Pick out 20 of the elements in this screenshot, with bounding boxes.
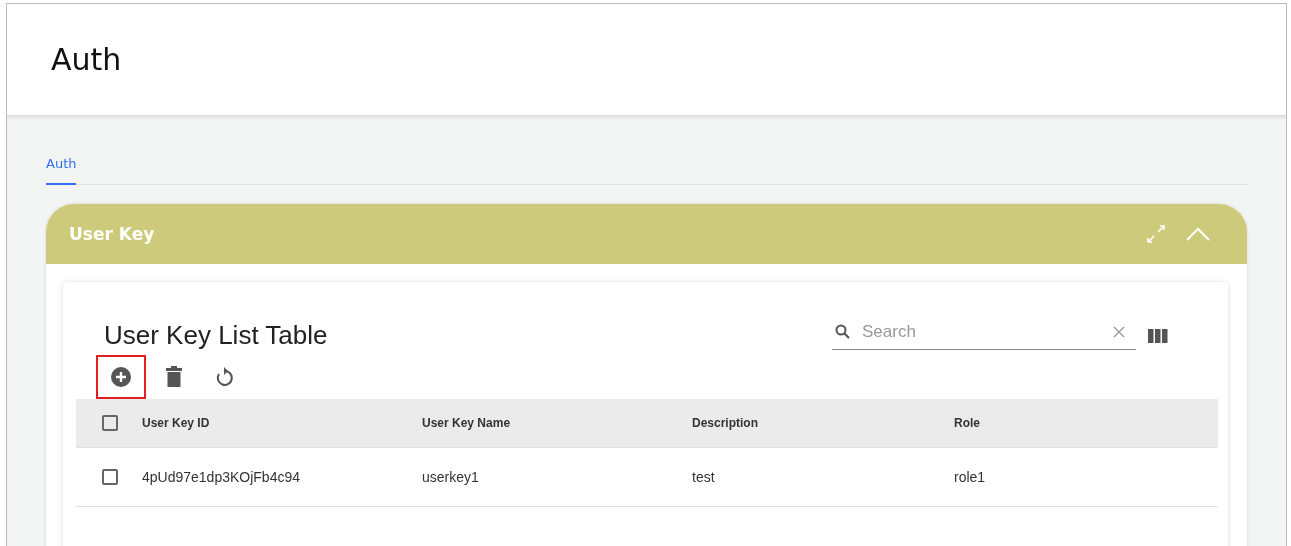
row-checkbox[interactable]: [102, 469, 118, 485]
column-header[interactable]: Description: [692, 416, 954, 430]
table-cell-text: role1: [954, 469, 987, 485]
select-all-checkbox[interactable]: [102, 415, 118, 431]
search-icon: [834, 323, 852, 341]
page-title: Auth: [51, 42, 122, 77]
tab[interactable]: Auth: [46, 152, 77, 185]
table-cell-text: test: [692, 469, 716, 485]
table-cell-text: userkey1: [422, 469, 480, 485]
add-button[interactable]: [96, 355, 146, 399]
panel-title: User Key: [69, 224, 155, 244]
column-header[interactable]: Role: [954, 416, 1218, 430]
table-cell-text: 4pUd97e1dp3KOjFb4c94: [142, 469, 301, 485]
table-title: User Key List Table: [104, 320, 328, 351]
add-icon: [110, 366, 132, 388]
column-header[interactable]: User Key Name: [422, 416, 692, 430]
column-header[interactable]: User Key ID: [142, 416, 422, 430]
columns-icon[interactable]: [1148, 327, 1168, 344]
trash-icon: [165, 366, 183, 388]
clear-icon[interactable]: [1112, 325, 1126, 339]
